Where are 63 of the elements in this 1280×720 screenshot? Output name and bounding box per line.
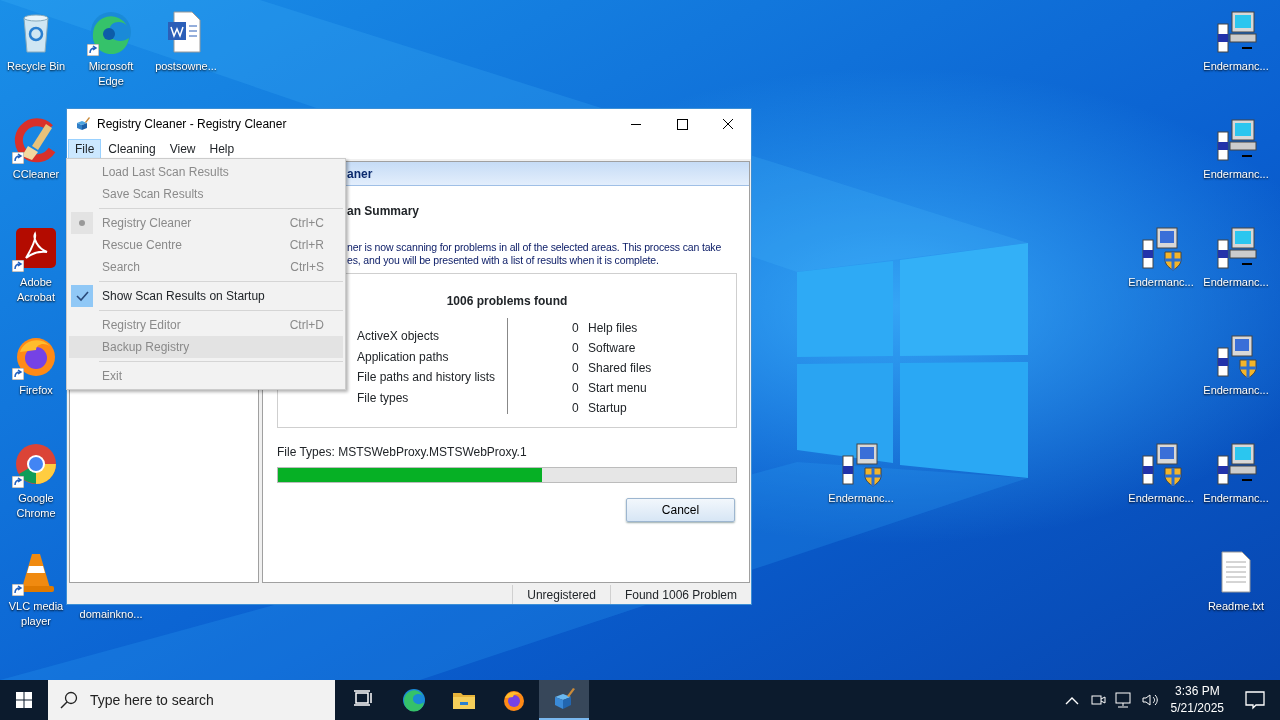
result-label: File types <box>357 389 409 407</box>
result-count: 0 <box>572 380 580 397</box>
result-count: 0 <box>572 320 580 337</box>
icon-label[interactable]: Endermanc... <box>1203 491 1269 506</box>
search-icon <box>60 691 78 709</box>
maximize-icon <box>676 118 688 130</box>
time-text: 3:36 PM <box>1173 683 1221 700</box>
icon-label[interactable]: Endermanc... <box>1128 491 1194 506</box>
status-text: Unregistered <box>512 585 610 604</box>
result-label: Start menu <box>588 380 647 397</box>
result-count: 0 <box>572 360 580 377</box>
cube-brush-icon <box>552 687 576 711</box>
icon-label[interactable]: Endermanc... <box>1203 59 1269 74</box>
result-label: Software <box>588 340 636 357</box>
menu-item[interactable]: View <box>162 139 203 159</box>
icon-label[interactable]: Google Chrome <box>6 491 66 521</box>
clock[interactable]: 3:36 PM 5/21/2025 <box>1162 683 1232 717</box>
result-label: Startup <box>588 400 627 417</box>
icon-label[interactable]: Endermanc... <box>1128 275 1194 290</box>
icon-label[interactable]: Readme.txt <box>1207 599 1265 614</box>
icon-label[interactable]: Endermanc... <box>1203 275 1269 290</box>
description-text: ner is now scanning for problems in all of the selected areas. This process can take <box>347 241 722 254</box>
windows-logo-icon <box>16 692 32 708</box>
icon-label[interactable]: Firefox <box>19 383 53 398</box>
description-text: es, and you will be presented with a list of results when it is complete. <box>347 254 659 267</box>
result-label: Shared files <box>588 360 652 377</box>
icon-label[interactable]: postsowne... <box>155 59 217 74</box>
search-box[interactable]: Type here to search <box>48 680 335 720</box>
close-icon <box>723 119 733 129</box>
results-title: 1006 problems found <box>446 293 568 310</box>
network-icon[interactable] <box>1113 690 1134 710</box>
icon-label[interactable]: domainkno... <box>79 607 143 622</box>
minimize-icon <box>631 123 641 125</box>
search-field[interactable]: Type here to search <box>88 688 328 712</box>
date-text: 5/21/2025 <box>1170 700 1224 717</box>
window-title: Registry Cleaner - Registry Cleaner <box>97 116 288 133</box>
result-label: File paths and history lists <box>357 369 496 386</box>
icon-label[interactable]: Microsoft Edge <box>81 59 141 89</box>
section-heading: an Summary <box>347 203 420 220</box>
result-count: 0 <box>572 340 580 357</box>
header-text: aner <box>347 165 373 183</box>
result-label: Application paths <box>357 348 449 366</box>
icon-label[interactable]: Endermanc... <box>828 491 894 506</box>
notification-icon[interactable] <box>1244 690 1266 710</box>
status-text: Found 1006 Problem <box>609 585 751 604</box>
icon-label[interactable]: CCleaner <box>12 167 60 182</box>
browser-icon <box>402 688 426 712</box>
menu-item[interactable]: Show Scan Results on Startup <box>69 285 343 307</box>
result-label: ActiveX objects <box>357 328 440 345</box>
icon-label[interactable]: Endermanc... <box>1203 167 1269 182</box>
browser-icon <box>502 688 526 712</box>
icon-label[interactable]: VLC media player <box>6 599 66 629</box>
cancel-button[interactable]: Cancel <box>626 498 735 522</box>
result-count: 0 <box>572 400 580 417</box>
result-label: Help files <box>588 320 638 337</box>
icon-label[interactable]: Endermanc... <box>1203 383 1269 398</box>
menu-item[interactable]: Cleaning <box>101 139 163 159</box>
current-item-text: File Types: MSTSWebProxy.MSTSWebProxy.1 <box>277 444 528 461</box>
menu-item[interactable]: File <box>68 139 102 159</box>
icon-label[interactable]: Recycle Bin <box>6 59 66 74</box>
icon-label[interactable]: Adobe Acrobat <box>6 275 66 305</box>
menu-item[interactable]: Help <box>202 139 242 159</box>
app-icon <box>75 116 91 132</box>
